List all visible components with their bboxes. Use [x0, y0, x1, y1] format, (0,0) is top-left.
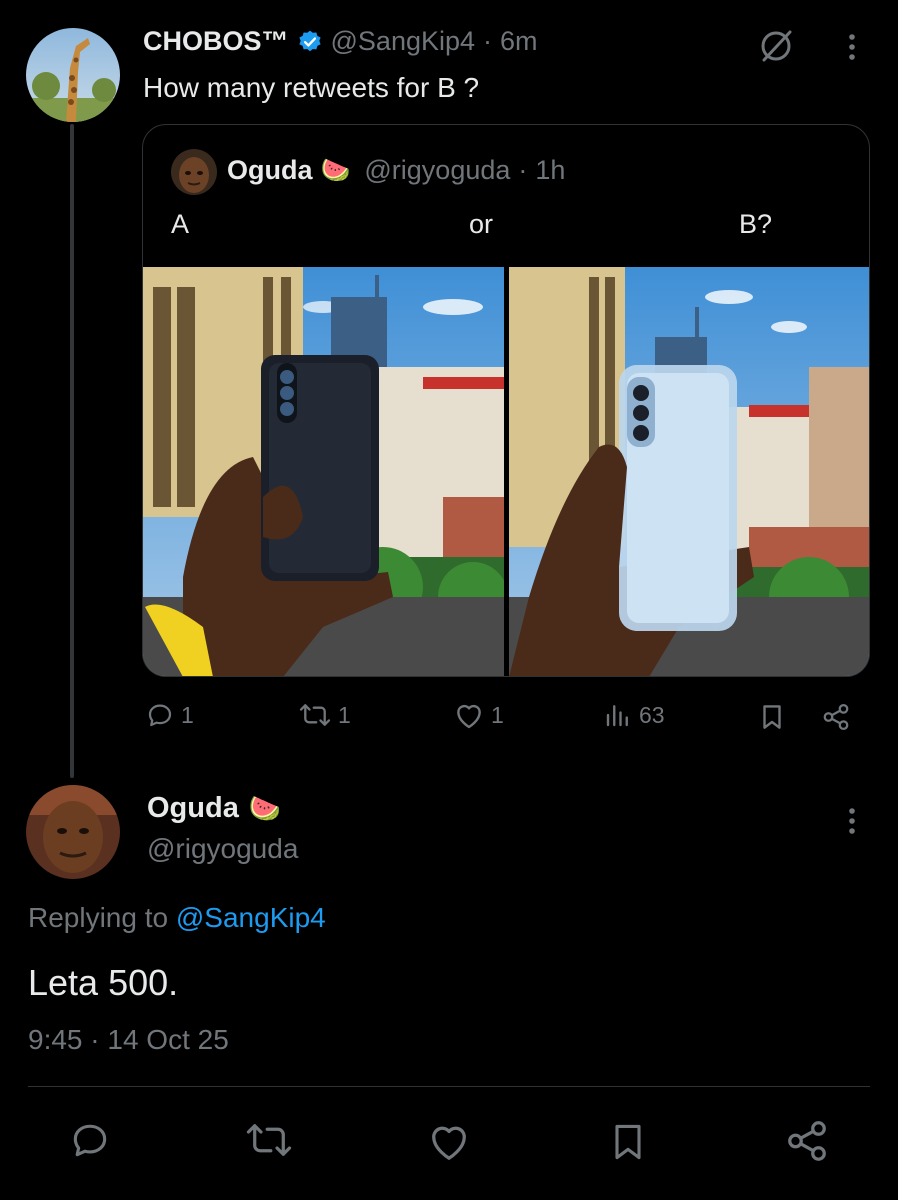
author-handle[interactable]: @SangKip4: [331, 26, 476, 57]
share-icon[interactable]: [784, 1118, 830, 1164]
separator: ·: [483, 26, 493, 56]
label-b: B?: [739, 209, 773, 239]
replying-to: Replying to @SangKip4: [28, 902, 326, 934]
quote-handle: @rigyoguda: [364, 155, 511, 185]
label-a: A: [171, 209, 190, 239]
retweet-icon: [298, 700, 332, 730]
label-or: or: [469, 209, 494, 239]
views-icon: [603, 700, 633, 730]
reply-text: Leta 500.: [28, 962, 179, 1003]
tweet-text: How many retweets for B ?: [143, 72, 480, 103]
quote-author-name: Oguda: [227, 155, 313, 185]
views-action[interactable]: 63: [603, 700, 665, 730]
divider: [28, 1086, 870, 1087]
reply-author-name[interactable]: Oguda: [147, 792, 239, 825]
author-name[interactable]: CHOBOS™: [143, 26, 289, 57]
reply-count: 1: [181, 701, 194, 728]
like-icon[interactable]: [426, 1120, 472, 1162]
quote-time: 1h: [535, 155, 566, 185]
watermelon-emoji: 🍉: [248, 793, 282, 823]
grok-icon[interactable]: [756, 26, 796, 66]
avatar-oguda[interactable]: [26, 785, 120, 879]
reply-icon[interactable]: [68, 1118, 112, 1162]
like-action[interactable]: 1: [453, 700, 504, 730]
replying-handle-link[interactable]: @SangKip4: [176, 902, 326, 933]
retweet-icon[interactable]: [244, 1118, 294, 1162]
thread-line: [70, 124, 74, 778]
quote-header: Oguda 🍉 @rigyoguda · 1h: [227, 155, 565, 186]
watermelon-emoji: 🍉: [320, 157, 351, 184]
photo-b[interactable]: [509, 267, 869, 676]
verified-badge-icon: [297, 29, 323, 55]
share-icon[interactable]: [820, 702, 852, 732]
photo-a[interactable]: [143, 267, 504, 676]
quoted-tweet[interactable]: Oguda 🍉 @rigyoguda · 1h A or B?: [142, 124, 870, 677]
retweet-count: 1: [338, 701, 351, 728]
like-icon: [453, 700, 485, 730]
reply-icon: [145, 700, 175, 730]
tweet-header: CHOBOS™ @SangKip4 · 6m: [143, 26, 538, 57]
more-icon[interactable]: [840, 32, 864, 62]
reply-author-handle[interactable]: @rigyoguda: [147, 833, 298, 865]
bookmark-icon[interactable]: [606, 1118, 650, 1166]
avatar-oguda-small: [171, 149, 217, 195]
reply-name-row: Oguda 🍉: [147, 792, 281, 825]
more-icon[interactable]: [840, 806, 864, 836]
quote-separator: ·: [518, 155, 528, 185]
reply-timestamp[interactable]: 9:45 · 14 Oct 25: [28, 1024, 229, 1056]
avatar-chobos[interactable]: [26, 28, 120, 122]
bookmark-icon[interactable]: [757, 702, 787, 732]
views-count: 63: [639, 701, 665, 728]
retweet-action[interactable]: 1: [298, 700, 351, 730]
tweet-time[interactable]: 6m: [500, 26, 538, 57]
like-count: 1: [491, 701, 504, 728]
reply-action[interactable]: 1: [145, 700, 194, 730]
replying-prefix: Replying to: [28, 902, 169, 933]
